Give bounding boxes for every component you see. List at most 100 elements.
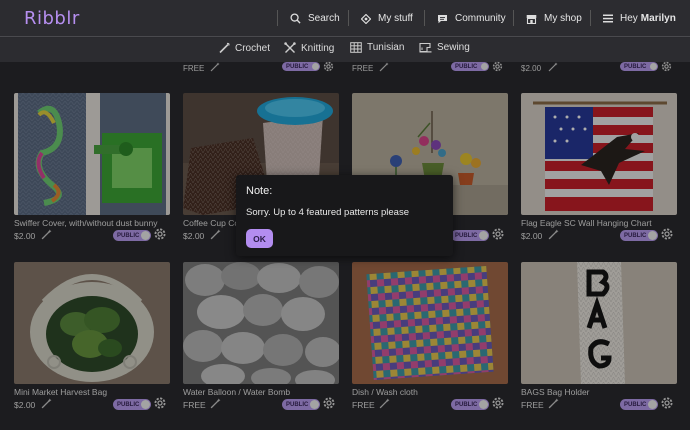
ok-button[interactable]: OK <box>246 229 273 248</box>
category-crochet[interactable]: Crochet <box>218 42 270 54</box>
dialog-message: Sorry. Up to 4 featured patterns please <box>246 207 409 218</box>
public-toggle[interactable]: PUBLIC <box>282 62 320 71</box>
category-knitting[interactable]: Knitting <box>284 42 334 54</box>
public-label: PUBLIC <box>624 401 647 408</box>
nav-divider <box>590 10 591 26</box>
top-card-meta: FREE <box>352 62 373 74</box>
public-label: PUBLIC <box>117 401 140 408</box>
top-navbar: Ribblr Search My stuff Community My shop… <box>0 0 690 37</box>
nav-divider <box>348 10 349 26</box>
ribblr-logo[interactable]: Ribblr <box>24 8 80 29</box>
water-balloon-image <box>183 262 339 384</box>
note-dialog: Note: Sorry. Up to 4 featured patterns p… <box>236 175 453 256</box>
sewing-machine-icon <box>419 42 432 53</box>
category-label: Knitting <box>301 42 335 54</box>
public-label: PUBLIC <box>117 232 140 239</box>
gear-icon[interactable] <box>322 396 336 410</box>
search-icon <box>290 13 301 24</box>
diamond-icon <box>361 13 371 24</box>
magic-wand-icon <box>548 229 559 240</box>
public-label: PUBLIC <box>286 63 309 70</box>
nav-divider <box>277 10 278 26</box>
category-label: Sewing <box>437 42 470 53</box>
gear-icon[interactable] <box>660 396 674 410</box>
tunisian-grid-icon <box>350 42 362 53</box>
card-price: $2.00 <box>183 231 205 241</box>
public-toggle[interactable]: PUBLIC <box>620 230 658 241</box>
toggle-knob <box>479 400 488 409</box>
public-label: PUBLIC <box>286 401 309 408</box>
flag-eagle-image <box>521 93 677 215</box>
public-label: PUBLIC <box>455 401 478 408</box>
pattern-thumbnail[interactable] <box>521 262 677 384</box>
card-price: $2.00 <box>14 400 36 410</box>
toggle-knob <box>648 231 657 240</box>
category-bar: Crochet Knitting Tunisian Sewing <box>0 38 690 62</box>
gear-icon[interactable] <box>153 396 167 410</box>
gear-icon[interactable] <box>491 60 504 73</box>
magic-wand-icon <box>41 229 52 240</box>
nav-divider <box>513 10 514 26</box>
gear-icon[interactable] <box>153 227 167 241</box>
card-price: FREE <box>352 400 375 410</box>
toggle-knob <box>648 400 657 409</box>
nav-divider <box>424 10 425 26</box>
toggle-knob <box>479 231 488 240</box>
hamburger-menu-icon <box>603 14 613 23</box>
toggle-knob <box>310 400 319 409</box>
toggle-knob <box>650 63 657 70</box>
magic-wand-icon <box>210 398 221 409</box>
gear-icon[interactable] <box>660 60 673 73</box>
pattern-thumbnail[interactable] <box>14 262 170 384</box>
magic-wand-icon <box>379 62 389 72</box>
nav-my-shop[interactable]: My shop <box>513 0 582 37</box>
gear-icon[interactable] <box>660 227 674 241</box>
card-price: $2.00 <box>521 63 542 73</box>
pattern-thumbnail[interactable] <box>352 262 508 384</box>
category-tunisian[interactable]: Tunisian <box>350 42 404 53</box>
toggle-knob <box>481 63 488 70</box>
nav-user-menu[interactable]: Hey Marilyn <box>590 0 676 37</box>
category-label: Tunisian <box>367 42 405 53</box>
card-price: $2.00 <box>14 231 36 241</box>
magic-wand-icon <box>548 398 559 409</box>
pattern-thumbnail[interactable] <box>183 262 339 384</box>
gear-icon[interactable] <box>322 60 335 73</box>
card-price: FREE <box>183 400 206 410</box>
public-toggle[interactable]: PUBLIC <box>620 399 658 410</box>
card-price: $2.00 <box>521 231 543 241</box>
category-label: Crochet <box>235 42 271 54</box>
toggle-knob <box>141 231 150 240</box>
public-toggle[interactable]: PUBLIC <box>451 62 489 71</box>
magic-wand-icon <box>379 398 390 409</box>
magic-wand-icon <box>41 398 52 409</box>
public-toggle[interactable]: PUBLIC <box>113 230 151 241</box>
public-toggle[interactable]: PUBLIC <box>620 62 658 71</box>
magic-wand-icon <box>548 62 558 72</box>
nav-my-shop-label: My shop <box>544 13 582 24</box>
public-label: PUBLIC <box>455 232 478 239</box>
public-toggle[interactable]: PUBLIC <box>451 399 489 410</box>
dish-cloth-image <box>352 262 508 384</box>
toggle-knob <box>312 63 319 70</box>
pattern-thumbnail[interactable] <box>521 93 677 215</box>
category-sewing[interactable]: Sewing <box>419 42 470 53</box>
chat-bubble-icon <box>438 14 447 23</box>
card-price: FREE <box>521 400 544 410</box>
nav-my-stuff-label: My stuff <box>378 13 413 24</box>
market-bag-image <box>14 262 170 384</box>
gear-icon[interactable] <box>491 396 505 410</box>
nav-my-stuff[interactable]: My stuff <box>348 0 413 37</box>
bag-holder-image <box>521 262 677 384</box>
public-toggle[interactable]: PUBLIC <box>113 399 151 410</box>
nav-search-label: Search <box>308 13 340 24</box>
nav-username: Marilyn <box>640 13 676 24</box>
nav-community-label: Community <box>455 13 506 24</box>
pattern-thumbnail[interactable] <box>14 93 170 215</box>
public-toggle[interactable]: PUBLIC <box>451 230 489 241</box>
gear-icon[interactable] <box>491 227 505 241</box>
top-card-meta: $2.00 <box>521 62 541 74</box>
nav-search[interactable]: Search <box>277 0 340 37</box>
nav-community[interactable]: Community <box>424 0 506 37</box>
public-toggle[interactable]: PUBLIC <box>282 399 320 410</box>
